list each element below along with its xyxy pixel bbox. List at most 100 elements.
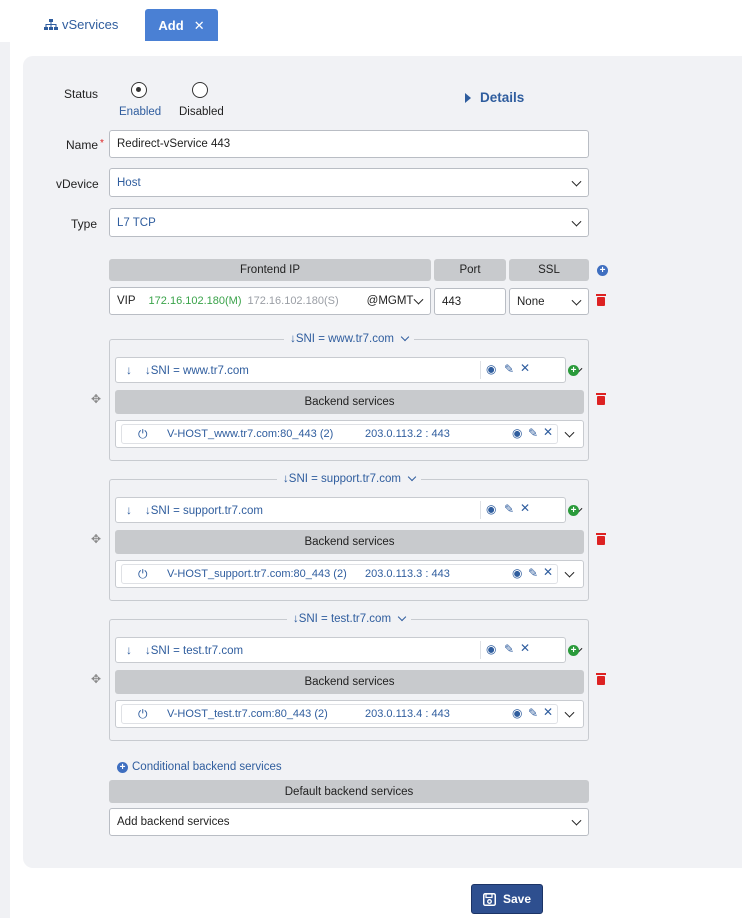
- sitemap-icon: [44, 18, 58, 30]
- vip-select[interactable]: VIP 172.16.102.180(M) 172.16.102.180(S) …: [109, 287, 431, 315]
- eye-icon[interactable]: ◉: [486, 362, 496, 376]
- sni-rule-group: ↓SNI = test.tr7.com ↓ ↓SNI = test.tr7.co…: [109, 612, 589, 741]
- sni-condition-row[interactable]: ↓ ↓SNI = support.tr7.com ◉ ✎ ✕: [115, 497, 583, 523]
- sni-condition-row[interactable]: ↓ ↓SNI = test.tr7.com ◉ ✎ ✕: [115, 637, 583, 663]
- add-frontend-icon[interactable]: +: [597, 265, 608, 276]
- tab-vservices-label: vServices: [62, 17, 119, 32]
- vip-primary: 172.16.102.180(M): [148, 295, 242, 307]
- backend-service-name: V-HOST_support.tr7.com:80_443 (2): [167, 568, 347, 580]
- chevron-down-icon: [571, 216, 582, 227]
- tab-add-label: Add: [158, 18, 184, 33]
- sni-rule-title[interactable]: ↓SNI = test.tr7.com: [286, 612, 412, 625]
- tab-vservices[interactable]: vServices: [44, 17, 118, 32]
- edit-icon[interactable]: ✎: [528, 566, 538, 580]
- backend-service-row[interactable]: ⏻ V-HOST_test.tr7.com:80_443 (2) 203.0.1…: [115, 700, 584, 728]
- radio-disabled[interactable]: [192, 82, 208, 98]
- radio-enabled[interactable]: [131, 82, 147, 98]
- edit-icon[interactable]: ✎: [528, 426, 538, 440]
- name-input-value: Redirect-vService 443: [117, 138, 231, 150]
- move-icon[interactable]: ✥: [91, 672, 101, 686]
- frontend-ip-header: Frontend IP: [109, 259, 431, 281]
- save-label: Save: [502, 892, 532, 906]
- name-input[interactable]: Redirect-vService 443: [109, 130, 589, 158]
- radio-enabled-label[interactable]: Enabled: [119, 106, 161, 118]
- backend-service-address: 203.0.113.4 : 443: [365, 708, 450, 720]
- sni-condition-label: ↓SNI = support.tr7.com: [145, 505, 263, 517]
- save-button[interactable]: Save: [471, 884, 543, 914]
- edit-icon[interactable]: ✎: [504, 502, 514, 516]
- remove-icon[interactable]: ✕: [543, 705, 553, 719]
- delete-group-icon[interactable]: [596, 393, 606, 405]
- default-backend-select[interactable]: Add backend services: [109, 808, 589, 836]
- chevron-down-icon: [571, 295, 582, 306]
- eye-icon[interactable]: ◉: [512, 566, 522, 580]
- chevron-down-icon: [400, 332, 410, 342]
- arrow-down-icon: ↓: [126, 363, 132, 377]
- backend-services-header: Backend services: [115, 390, 584, 414]
- remove-icon[interactable]: ✕: [520, 361, 530, 375]
- chevron-down-icon[interactable]: [564, 707, 575, 718]
- vip-label: VIP: [117, 295, 136, 307]
- vip-mgmt: @MGMT: [366, 295, 414, 307]
- edit-icon[interactable]: ✎: [504, 642, 514, 656]
- type-label: Type: [71, 217, 98, 231]
- add-condition-icon[interactable]: +: [568, 505, 579, 516]
- remove-icon[interactable]: ✕: [520, 641, 530, 655]
- backend-service-row[interactable]: ⏻ V-HOST_www.tr7.com:80_443 (2) 203.0.11…: [115, 420, 584, 448]
- delete-frontend-icon[interactable]: [596, 294, 606, 306]
- sni-rule-title[interactable]: ↓SNI = www.tr7.com: [284, 332, 414, 345]
- ssl-header: SSL: [509, 259, 589, 281]
- chevron-down-icon: [571, 815, 582, 826]
- close-icon[interactable]: ✕: [194, 18, 205, 34]
- ssl-select[interactable]: None: [509, 288, 589, 315]
- backend-service-address: 203.0.113.2 : 443: [365, 428, 450, 440]
- type-value: L7 TCP: [117, 216, 156, 229]
- vdevice-select[interactable]: Host: [109, 168, 589, 197]
- sni-rule-title[interactable]: ↓SNI = support.tr7.com: [277, 472, 421, 485]
- eye-icon[interactable]: ◉: [486, 642, 496, 656]
- edit-icon[interactable]: ✎: [504, 362, 514, 376]
- move-icon[interactable]: ✥: [91, 392, 101, 406]
- type-select[interactable]: L7 TCP: [109, 208, 589, 237]
- chevron-down-icon[interactable]: [564, 567, 575, 578]
- required-marker: *: [100, 138, 104, 149]
- vdevice-label: vDevice: [56, 177, 99, 191]
- move-icon[interactable]: ✥: [91, 532, 101, 546]
- power-icon[interactable]: ⏻: [138, 427, 148, 442]
- sni-condition-row[interactable]: ↓ ↓SNI = www.tr7.com ◉ ✎ ✕: [115, 357, 583, 383]
- sni-rule-group: ↓SNI = www.tr7.com ↓ ↓SNI = www.tr7.com …: [109, 332, 589, 461]
- details-toggle[interactable]: Details: [465, 90, 524, 105]
- chevron-down-icon: [397, 612, 407, 622]
- floppy-disk-icon: [482, 892, 496, 906]
- port-header: Port: [434, 259, 506, 281]
- add-conditional-backend-link[interactable]: + Conditional backend services: [117, 761, 282, 773]
- arrow-down-icon: ↓: [126, 503, 132, 517]
- tab-add[interactable]: Add ✕: [145, 9, 218, 42]
- power-icon[interactable]: ⏻: [138, 707, 148, 722]
- vdevice-value: Host: [117, 176, 141, 189]
- conditional-backend-label: Conditional backend services: [132, 761, 282, 773]
- backend-services-header: Backend services: [115, 530, 584, 554]
- radio-disabled-label[interactable]: Disabled: [179, 106, 224, 118]
- sni-rule-group: ↓SNI = support.tr7.com ↓ ↓SNI = support.…: [109, 472, 589, 601]
- chevron-down-icon: [407, 472, 417, 482]
- delete-group-icon[interactable]: [596, 673, 606, 685]
- chevron-down-icon[interactable]: [564, 427, 575, 438]
- add-condition-icon[interactable]: +: [568, 365, 579, 376]
- add-condition-icon[interactable]: +: [568, 645, 579, 656]
- chevron-down-icon: [413, 294, 424, 305]
- eye-icon[interactable]: ◉: [486, 502, 496, 516]
- edit-icon[interactable]: ✎: [528, 706, 538, 720]
- port-input[interactable]: 443: [434, 288, 506, 315]
- eye-icon[interactable]: ◉: [512, 426, 522, 440]
- remove-icon[interactable]: ✕: [520, 501, 530, 515]
- backend-service-row[interactable]: ⏻ V-HOST_support.tr7.com:80_443 (2) 203.…: [115, 560, 584, 588]
- backend-service-address: 203.0.113.3 : 443: [365, 568, 450, 580]
- power-icon[interactable]: ⏻: [138, 567, 148, 582]
- remove-icon[interactable]: ✕: [543, 565, 553, 579]
- backend-service-name: V-HOST_test.tr7.com:80_443 (2): [167, 708, 328, 720]
- remove-icon[interactable]: ✕: [543, 425, 553, 439]
- name-label: Name *: [66, 138, 104, 152]
- eye-icon[interactable]: ◉: [512, 706, 522, 720]
- delete-group-icon[interactable]: [596, 533, 606, 545]
